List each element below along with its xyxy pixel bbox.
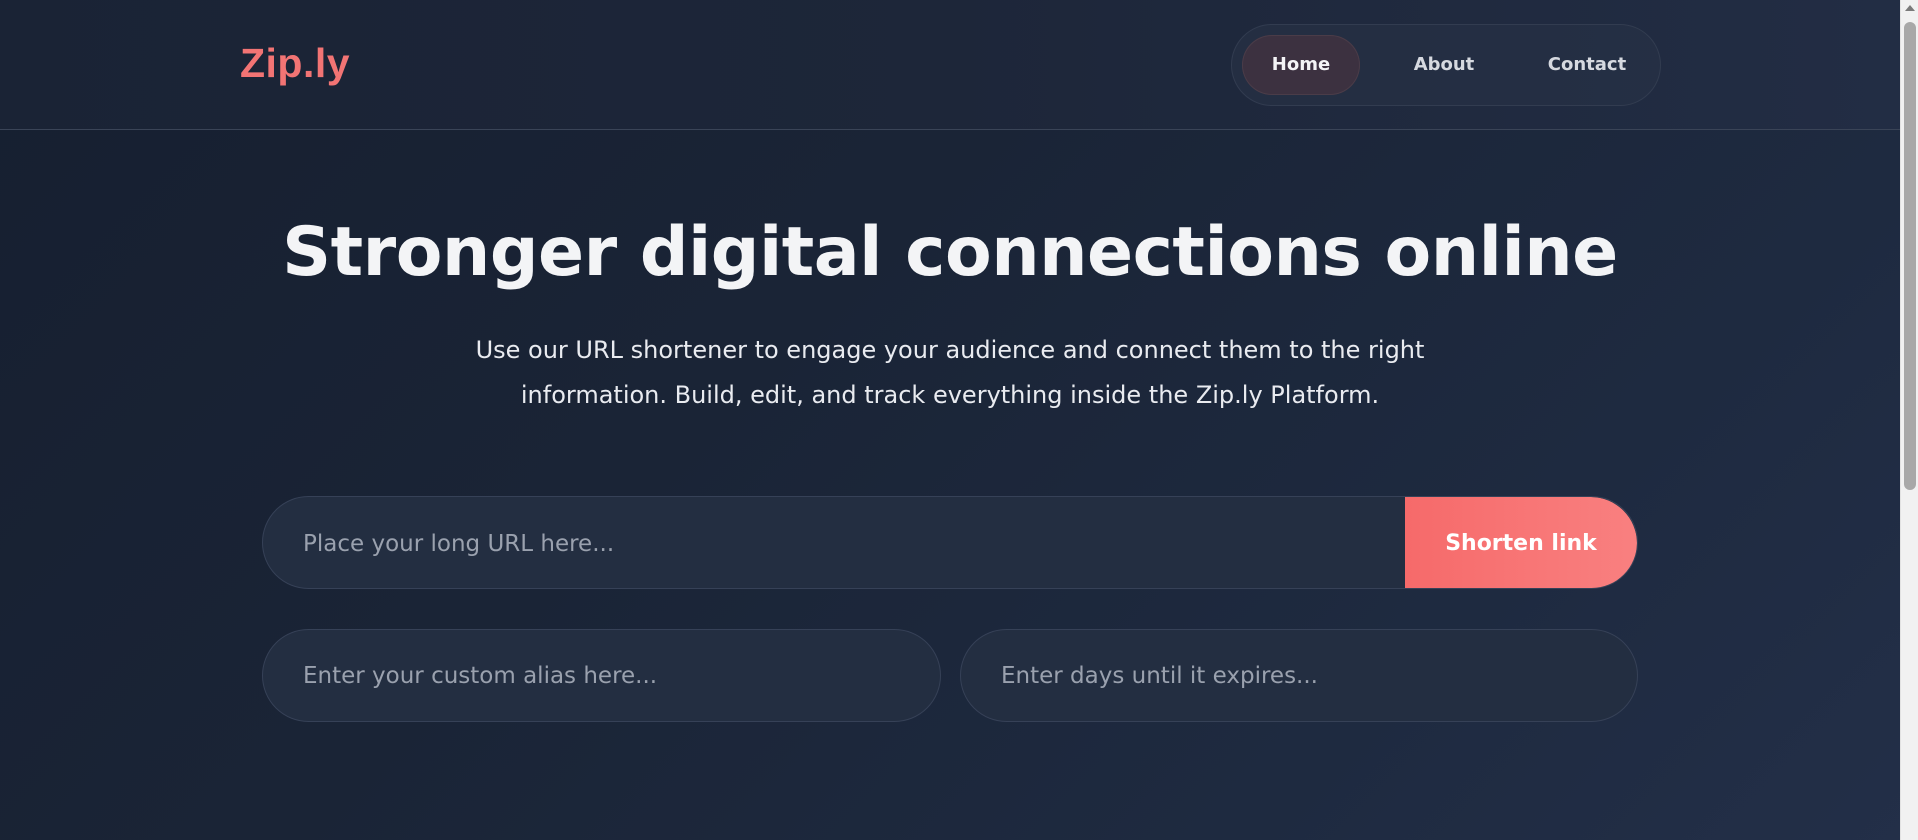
nav-item-about[interactable]: About	[1384, 35, 1504, 95]
scroll-up-arrow-icon[interactable]	[1905, 5, 1915, 11]
url-input-group: Shorten link	[262, 496, 1638, 589]
nav-item-home[interactable]: Home	[1242, 35, 1360, 95]
long-url-input[interactable]	[263, 497, 1407, 588]
page-scrollbar[interactable]	[1900, 0, 1918, 840]
custom-alias-input[interactable]	[262, 629, 941, 722]
nav-item-contact[interactable]: Contact	[1524, 35, 1650, 95]
main-nav: Home About Contact	[1231, 24, 1661, 106]
expiry-days-input[interactable]	[960, 629, 1638, 722]
hero-title: Stronger digital connections online	[282, 213, 1618, 292]
page: Zip.ly Home About Contact Stronger digit…	[0, 0, 1900, 840]
hero-subtitle-line2: information. Build, edit, and track ever…	[520, 381, 1380, 409]
scrollbar-thumb[interactable]	[1904, 22, 1916, 490]
hero-subtitle-line1: Use our URL shortener to engage your aud…	[475, 336, 1425, 364]
shorten-link-button[interactable]: Shorten link	[1405, 497, 1637, 588]
logo[interactable]: Zip.ly	[240, 40, 350, 87]
hero-subtitle: Use our URL shortener to engage your aud…	[450, 328, 1450, 418]
site-header: Zip.ly Home About Contact	[0, 0, 1900, 130]
